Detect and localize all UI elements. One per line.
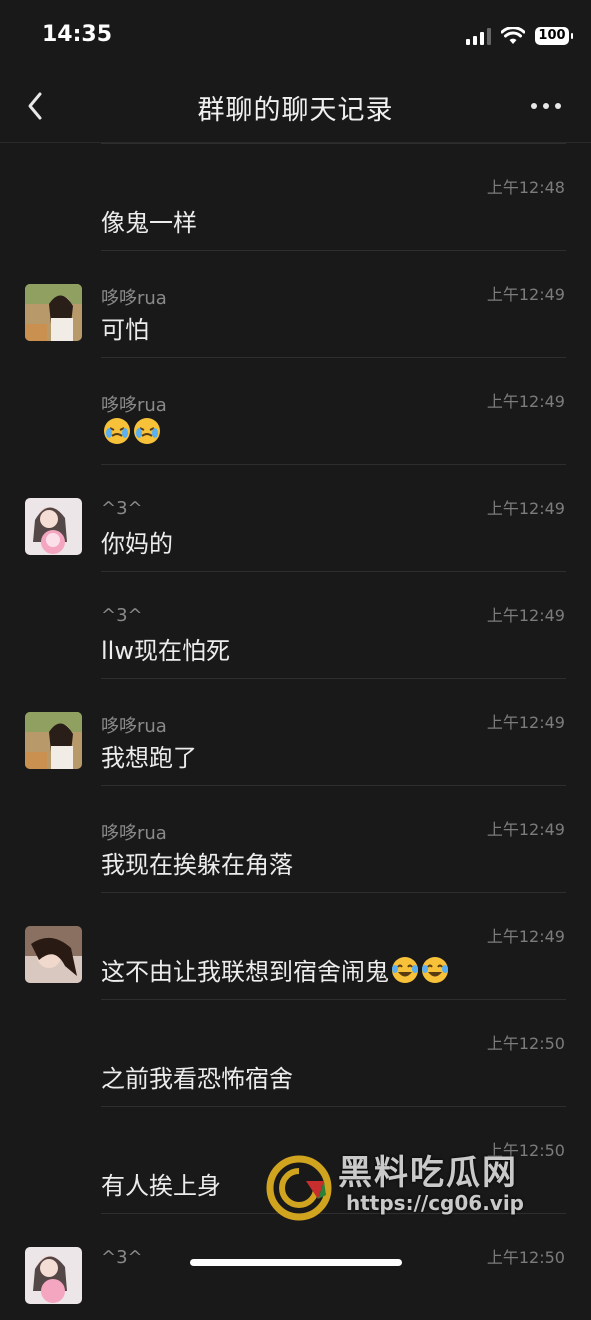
message-row[interactable]: 上午12:48 像鬼一样 bbox=[0, 143, 591, 250]
message-time: 上午12:50 bbox=[486, 1034, 565, 1053]
message-text: 像鬼一样 bbox=[101, 209, 197, 237]
message-row[interactable]: 哆哆rua 上午12:49 我想跑了 bbox=[0, 678, 591, 785]
message-time: 上午12:48 bbox=[486, 178, 565, 197]
divider bbox=[101, 999, 566, 1000]
sender-name: ^3^ bbox=[101, 1247, 143, 1268]
divider bbox=[101, 892, 566, 893]
status-bar: 14:35 100 bbox=[0, 0, 591, 70]
message-time: 上午12:50 bbox=[486, 1248, 565, 1267]
message-text: 这不由让我联想到宿舍闹鬼 bbox=[101, 952, 449, 987]
nav-bar: 群聊的聊天记录 bbox=[0, 70, 591, 143]
divider bbox=[101, 143, 566, 144]
battery-icon: 100 bbox=[535, 27, 573, 45]
avatar[interactable] bbox=[25, 284, 82, 341]
crying-emoji-icon bbox=[104, 418, 130, 444]
message-time: 上午12:49 bbox=[486, 927, 565, 946]
message-time: 上午12:49 bbox=[486, 392, 565, 411]
message-row[interactable]: 上午12:50 之前我看恐怖宿舍 bbox=[0, 999, 591, 1106]
message-row[interactable]: ^3^ 上午12:49 你妈的 bbox=[0, 464, 591, 571]
divider bbox=[101, 1106, 566, 1107]
divider bbox=[101, 785, 566, 786]
divider bbox=[101, 571, 566, 572]
message-time: 上午12:49 bbox=[486, 820, 565, 839]
message-time: 上午12:49 bbox=[486, 713, 565, 732]
message-time: 上午12:49 bbox=[486, 285, 565, 304]
watermark-url: https://cg06.vip bbox=[346, 1191, 524, 1215]
avatar[interactable] bbox=[25, 712, 82, 769]
more-options-icon[interactable] bbox=[529, 94, 563, 118]
page-title: 群聊的聊天记录 bbox=[197, 95, 394, 126]
message-time: 上午12:49 bbox=[486, 499, 565, 518]
message-text: llw现在怕死 bbox=[101, 637, 230, 665]
sender-name: 哆哆rua bbox=[101, 716, 167, 737]
message-time: 上午12:49 bbox=[486, 606, 565, 625]
tears-of-joy-emoji-icon bbox=[392, 956, 418, 983]
message-text: 你妈的 bbox=[101, 530, 173, 558]
message-text bbox=[101, 417, 161, 445]
message-row[interactable]: 上午12:49 这不由让我联想到宿舍闹鬼 bbox=[0, 892, 591, 999]
message-row[interactable]: 哆哆rua 上午12:49 我现在挨躲在角落 bbox=[0, 785, 591, 892]
message-text: 我想跑了 bbox=[101, 744, 197, 772]
watermark: 黑料吃瓜网 https://cg06.vip bbox=[266, 1145, 536, 1245]
watermark-name: 黑料吃瓜网 bbox=[338, 1153, 518, 1193]
status-icons: 100 bbox=[466, 24, 573, 48]
message-text: 可怕 bbox=[101, 316, 149, 344]
avatar[interactable] bbox=[25, 926, 82, 983]
sender-name: ^3^ bbox=[101, 498, 143, 519]
sender-name: 哆哆rua bbox=[101, 288, 167, 309]
watermark-logo-icon bbox=[266, 1155, 332, 1221]
status-time: 14:35 bbox=[42, 22, 113, 47]
sender-name: 哆哆rua bbox=[101, 395, 167, 416]
sender-name: ^3^ bbox=[101, 605, 143, 626]
message-row[interactable]: ^3^ 上午12:49 llw现在怕死 bbox=[0, 571, 591, 678]
cellular-signal-icon bbox=[466, 27, 491, 45]
chat-history-list[interactable]: 上午12:48 像鬼一样 哆哆rua 上午12:49 可怕 哆哆rua 上午12… bbox=[0, 143, 591, 1320]
divider bbox=[101, 250, 566, 251]
tears-of-joy-emoji-icon bbox=[422, 956, 448, 983]
avatar[interactable] bbox=[25, 498, 82, 555]
divider bbox=[101, 678, 566, 679]
message-row[interactable]: 哆哆rua 上午12:49 bbox=[0, 357, 591, 464]
message-text: 之前我看恐怖宿舍 bbox=[101, 1065, 293, 1093]
avatar[interactable] bbox=[25, 1247, 82, 1304]
wifi-icon bbox=[501, 27, 525, 44]
message-text: 我现在挨躲在角落 bbox=[101, 851, 293, 879]
sender-name: 哆哆rua bbox=[101, 823, 167, 844]
divider bbox=[101, 357, 566, 358]
divider bbox=[101, 464, 566, 465]
crying-emoji-icon bbox=[134, 418, 160, 444]
message-row[interactable]: 哆哆rua 上午12:49 可怕 bbox=[0, 250, 591, 357]
home-indicator[interactable] bbox=[190, 1259, 402, 1266]
message-text: 有人挨上身 bbox=[101, 1172, 221, 1200]
